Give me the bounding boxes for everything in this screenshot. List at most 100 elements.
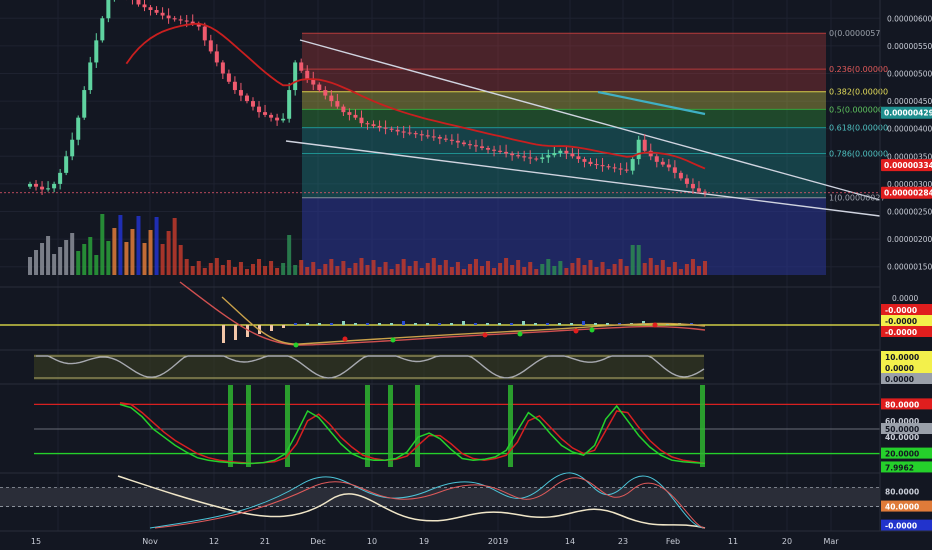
candle-body — [184, 20, 189, 22]
macd-cross-dot — [589, 327, 595, 333]
price-badge-label: 0.00000334 — [884, 161, 932, 170]
date-tick-label: 21 — [260, 537, 270, 546]
candle-body — [172, 18, 177, 20]
candle-body — [455, 140, 460, 143]
candle-body — [492, 149, 497, 151]
candle-body — [365, 123, 370, 125]
volume-bar — [594, 267, 599, 275]
volume-bar — [461, 269, 466, 275]
rsi-axis[interactable]: 80.0000 40.0000 -0.0000 — [881, 488, 932, 531]
macd-badge-label: -0.0000 — [885, 306, 917, 315]
volume-bar — [648, 258, 653, 275]
candle-body — [419, 134, 424, 136]
fib-zone-blue — [302, 197, 826, 275]
rsi-tick-label: -0.0000 — [885, 522, 917, 531]
srsi-badge-label: 0.0000 — [885, 364, 914, 373]
candle-body — [672, 167, 677, 173]
stoch-signal-bar — [365, 385, 370, 467]
candle-body — [263, 112, 268, 115]
fib-zone — [302, 69, 826, 92]
macd-hist-bar — [330, 323, 333, 325]
volume-bar — [443, 260, 448, 275]
stoch-signal-bar — [415, 385, 420, 467]
macd-hist-bar — [606, 323, 609, 325]
candle-body — [678, 172, 683, 179]
fibonacci-retracement — [302, 32, 826, 275]
volume-bar — [28, 257, 32, 275]
candle-body — [467, 144, 472, 146]
time-axis[interactable]: 15 Nov 12 21 Dec 10 19 2019 14 23 Feb 11 20 Mar — [0, 530, 932, 546]
candle-body — [64, 156, 69, 173]
macd-cross-dot — [293, 342, 299, 348]
candle-body — [269, 114, 274, 118]
volume-bar — [389, 269, 394, 275]
date-tick-label: 15 — [31, 537, 41, 546]
candle-body — [522, 156, 527, 158]
price-tick-label: 0.00000200 — [887, 235, 932, 244]
candle-body — [528, 157, 533, 159]
candle-body — [552, 152, 557, 156]
price-badge-label: 0.00000284 — [884, 189, 932, 198]
volume-bar — [407, 266, 412, 275]
volume-bar — [576, 258, 581, 275]
macd-cross-dot — [517, 331, 523, 337]
volume-bar — [473, 259, 478, 275]
volume-bar — [94, 255, 99, 275]
price-axis[interactable]: 0.00000600 0.00000550 0.00000500 0.00000450… — [887, 14, 932, 271]
stoch-signal-bar — [388, 385, 393, 467]
rsi-band — [0, 487, 880, 507]
candle-body — [154, 10, 159, 13]
candle-body — [666, 164, 671, 168]
candle-body — [395, 129, 400, 132]
candle-body — [281, 118, 286, 121]
candle-body — [516, 155, 521, 157]
volume-bar — [570, 263, 575, 275]
stoch-slow-line — [119, 402, 706, 465]
candle-body — [293, 62, 298, 91]
stoch-rsi-panel: 10.0000 0.0000 0.0000 — [0, 349, 932, 384]
candle-body — [52, 183, 57, 189]
volume-bar — [293, 265, 298, 275]
volume-bar — [232, 267, 237, 275]
macd-axis[interactable]: 0.0000 -0.0000 -0.0000 -0.0000 — [881, 294, 932, 337]
volume-bar — [317, 269, 322, 275]
volume-bar — [492, 268, 497, 275]
candle-body — [564, 150, 569, 154]
macd-hist-bar — [402, 321, 405, 325]
volume-bar — [516, 260, 521, 275]
stoch-rsi-axis[interactable]: 10.0000 0.0000 0.0000 — [881, 351, 932, 384]
candle-body — [624, 169, 629, 171]
candle-body — [498, 150, 503, 152]
candle-body — [347, 112, 352, 115]
candle-body — [636, 139, 641, 160]
volume-bar — [467, 264, 472, 275]
volume-bar — [244, 269, 249, 275]
candle-body — [94, 40, 99, 63]
price-tick-label: 0.00000450 — [887, 97, 932, 106]
candle-body — [58, 172, 63, 184]
volume-bar — [654, 265, 659, 275]
macd-hist-bar — [450, 323, 453, 325]
volume-bar — [178, 245, 183, 275]
volume-bar — [124, 242, 129, 275]
price-tick-label: 0.00000250 — [887, 208, 932, 217]
volume-bar — [413, 261, 418, 275]
candle-body — [160, 12, 165, 16]
candle-body — [480, 146, 485, 149]
macd-hist-bar — [558, 323, 561, 325]
candle-body — [425, 135, 430, 137]
rsi-tick-label: 80.0000 — [885, 488, 919, 497]
macd-badge-label: -0.0000 — [885, 317, 917, 326]
candle-body — [359, 117, 364, 124]
volume-bar — [154, 217, 159, 275]
fib-level-label: 1(0.00000027 — [829, 194, 886, 203]
candle-body — [504, 151, 509, 154]
candle-body — [28, 183, 32, 187]
candle-body — [166, 15, 171, 19]
volume-bar — [564, 268, 569, 275]
price-tick-label: 0.00000550 — [887, 42, 932, 51]
stochastic-axis[interactable]: 80.000060.000050.000040.000020.00007.996… — [881, 398, 932, 473]
candle-body — [257, 106, 262, 113]
volume-bar — [588, 260, 593, 275]
fib-zone — [302, 91, 826, 110]
